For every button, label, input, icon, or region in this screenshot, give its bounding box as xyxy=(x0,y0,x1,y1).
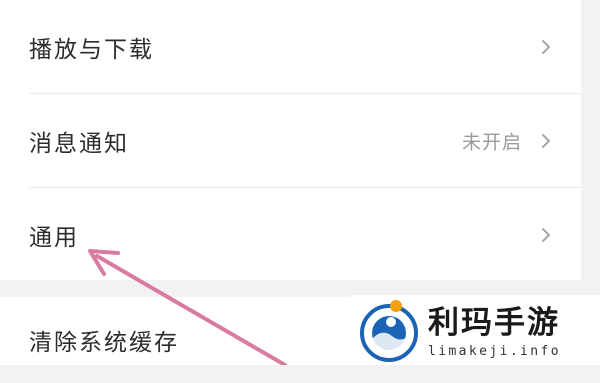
row-label: 清除系统缓存 xyxy=(29,330,179,356)
chevron-right-icon xyxy=(542,39,550,54)
watermark: 利玛手游 limakeji.info xyxy=(350,295,600,365)
notification-status-value: 未开启 xyxy=(461,131,522,153)
settings-row-notifications[interactable]: 消息通知 未开启 xyxy=(0,94,581,187)
settings-group-main: 播放与下载 消息通知 未开启 通用 xyxy=(0,0,581,280)
watermark-title: 利玛手游 xyxy=(428,305,560,341)
chevron-right-icon xyxy=(542,227,550,242)
row-label: 通用 xyxy=(29,224,79,251)
settings-row-general[interactable]: 通用 xyxy=(0,188,581,281)
row-label: 播放与下载 xyxy=(29,36,154,63)
watermark-logo-icon xyxy=(360,300,418,362)
watermark-url: limakeji.info xyxy=(428,344,561,359)
row-label: 消息通知 xyxy=(29,130,129,157)
settings-row-playback-download[interactable]: 播放与下载 xyxy=(0,0,581,93)
chevron-right-icon xyxy=(542,133,550,148)
